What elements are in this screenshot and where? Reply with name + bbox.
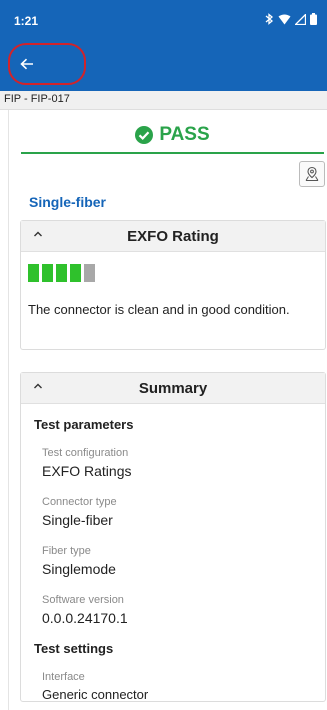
back-arrow-icon — [20, 58, 33, 70]
field-label-connector-type: Connector type — [42, 496, 117, 508]
rating-block — [28, 264, 39, 282]
check-circle-icon — [135, 126, 154, 144]
map-button[interactable] — [299, 161, 325, 187]
field-value-test-configuration: EXFO Ratings — [42, 463, 132, 479]
result-divider — [21, 152, 324, 154]
section-title: Single-fiber — [29, 194, 107, 210]
field-label-test-configuration: Test configuration — [42, 447, 129, 459]
rating-panel: EXFO Rating The connector is clean and i… — [20, 220, 326, 350]
field-value-interface: Generic connector — [42, 687, 149, 702]
status-time: 1:21 — [14, 14, 39, 28]
content-area: PASS Single-fiber EXFO Rating The connec… — [8, 110, 327, 710]
field-value-connector-type: Single-fiber — [42, 512, 113, 528]
field-value-fiber-type: Singlemode — [42, 561, 116, 577]
bluetooth-icon — [265, 13, 274, 25]
back-button[interactable] — [8, 43, 86, 85]
summary-panel: Summary Test parameters Test configurati… — [20, 372, 326, 702]
result-label: PASS — [159, 124, 210, 145]
wifi-icon — [278, 14, 291, 24]
test-settings-heading: Test settings — [34, 641, 114, 656]
app-bar: 1:21 — [0, 0, 327, 91]
field-label-fiber-type: Fiber type — [42, 545, 91, 557]
rating-panel-header[interactable]: EXFO Rating — [21, 221, 325, 252]
field-label-interface: Interface — [42, 671, 85, 683]
signal-icon — [295, 13, 306, 25]
rating-block — [84, 264, 95, 282]
test-parameters-heading: Test parameters — [34, 417, 134, 432]
rating-panel-title: EXFO Rating — [127, 228, 219, 245]
rating-block — [70, 264, 81, 282]
battery-icon — [310, 13, 317, 25]
rating-block — [42, 264, 53, 282]
rating-meter — [28, 264, 95, 282]
field-label-software-version: Software version — [42, 594, 124, 606]
summary-panel-title: Summary — [138, 380, 208, 397]
rating-block — [56, 264, 67, 282]
result-banner: PASS — [21, 119, 324, 151]
summary-panel-header[interactable]: Summary — [21, 373, 325, 404]
status-icons — [264, 13, 317, 25]
page-subtitle: FIP - FIP-017 — [4, 93, 70, 105]
field-value-software-version: 0.0.0.24170.1 — [42, 610, 128, 626]
rating-description: The connector is clean and in good condi… — [28, 302, 290, 317]
map-pin-icon — [305, 166, 319, 181]
